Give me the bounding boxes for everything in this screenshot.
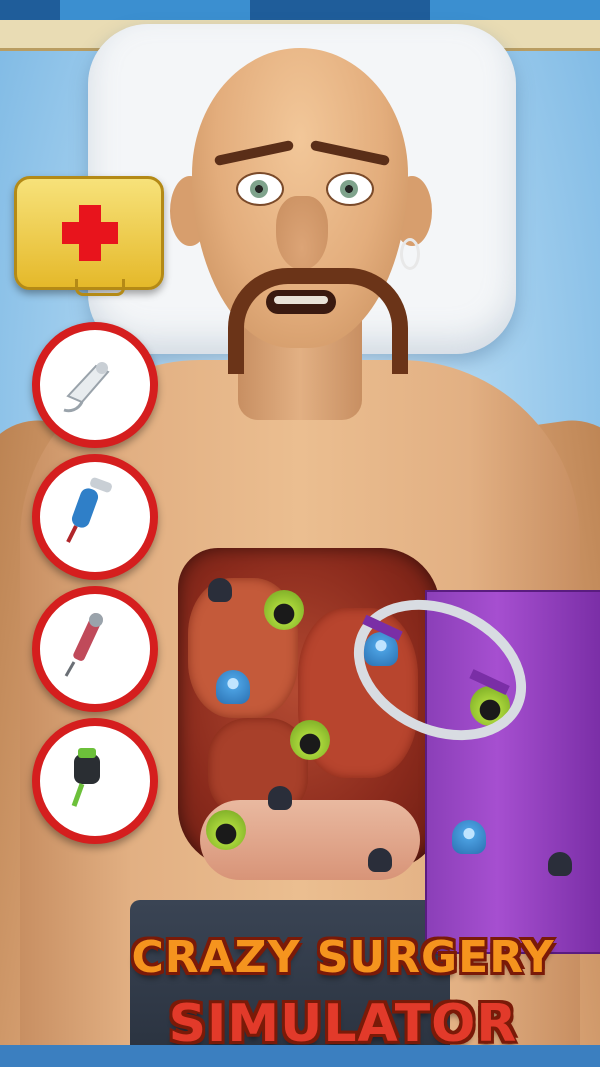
- right-eye: [326, 172, 374, 206]
- medkit-handle: [75, 279, 125, 296]
- game-scene: CRAZY SURGERY SIMULATOR: [0, 0, 600, 1067]
- blue-germ[interactable]: [216, 670, 250, 704]
- title-line-1: CRAZY SURGERY: [131, 932, 555, 983]
- ultrasound-tool-button[interactable]: [32, 322, 158, 448]
- blue-germ[interactable]: [452, 820, 486, 854]
- bottom-bar: [0, 1045, 600, 1067]
- suction-tool-button[interactable]: [32, 718, 158, 844]
- green-germ[interactable]: [264, 590, 304, 630]
- dark-germ[interactable]: [368, 848, 392, 872]
- green-germ[interactable]: [290, 720, 330, 760]
- syringe-tool-icon: [64, 613, 103, 677]
- nose: [276, 196, 328, 270]
- water-sprayer-icon: [66, 477, 112, 543]
- mustache: [228, 268, 408, 374]
- green-germ[interactable]: [206, 810, 246, 850]
- dark-germ[interactable]: [268, 786, 292, 810]
- ultrasound-probe-icon: [63, 362, 110, 413]
- dark-germ[interactable]: [208, 578, 232, 602]
- first-aid-kit-button[interactable]: [14, 176, 164, 296]
- left-eye: [236, 172, 284, 206]
- earring: [400, 238, 420, 270]
- dark-germ[interactable]: [548, 852, 572, 876]
- mouth: [266, 290, 336, 314]
- top-bar: [0, 0, 600, 20]
- syringe-tool-button[interactable]: [32, 586, 158, 712]
- suction-tool-icon: [71, 748, 100, 807]
- water-sprayer-button[interactable]: [32, 454, 158, 580]
